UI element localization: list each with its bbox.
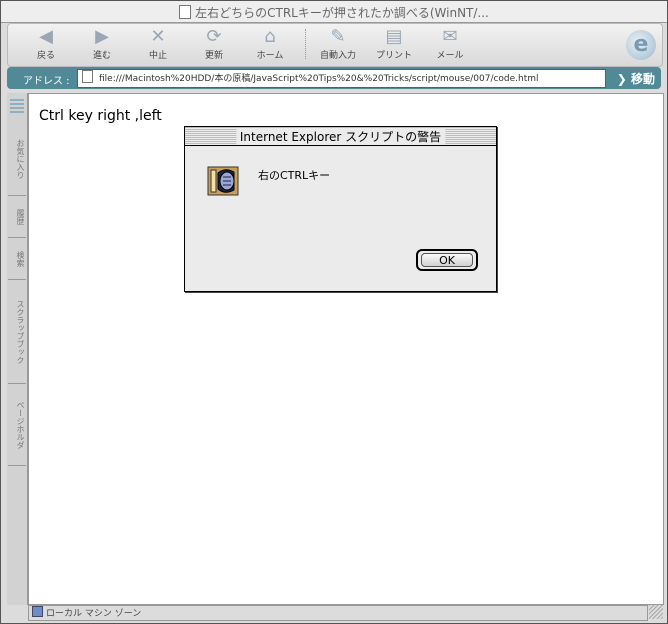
stop-icon: ✕ — [150, 26, 166, 47]
address-label: アドレス : — [23, 76, 70, 87]
mail-button-label: メール — [436, 51, 464, 61]
go-arrow-icon: ❯ — [616, 72, 627, 86]
address-bar: アドレス : file:///Macintosh%20HDD/本の原稿/Java… — [7, 67, 661, 89]
sidebar-tab-page-holder[interactable]: ページホルダ — [8, 385, 26, 466]
home-icon: ⌂ — [264, 26, 276, 47]
resize-handle[interactable] — [649, 605, 663, 619]
sidebar-tab-search[interactable]: 検索 — [8, 239, 26, 280]
zone-icon — [32, 606, 43, 617]
autofill-button-label: 自動入力 — [319, 51, 356, 61]
dialog-title: Internet Explorer スクリプトの警告 — [235, 128, 446, 145]
sidebar-tab-favorites[interactable]: お気に入り — [8, 123, 26, 196]
toolbar-separator — [305, 29, 306, 59]
back-button-label: 戻る — [36, 51, 55, 61]
stop-button[interactable]: ✕ 中止 — [130, 26, 186, 64]
back-arrow-icon: ◀ — [39, 26, 53, 47]
forward-button-label: 進む — [92, 51, 111, 61]
browser-window: 左右どちらのCTRLキーが押されたか調べる(WinNT/... ◀ 戻る ▶ 進… — [0, 0, 668, 624]
alert-speaker-icon — [207, 166, 239, 196]
home-button[interactable]: ⌂ ホーム — [242, 26, 298, 64]
print-icon: ▤ — [385, 26, 403, 47]
refresh-icon: ⟳ — [206, 26, 222, 47]
toolbar: ◀ 戻る ▶ 進む ✕ 中止 ⟳ 更新 ⌂ ホーム ✎ 自動入力 ▤ プリント … — [7, 23, 663, 67]
refresh-button[interactable]: ⟳ 更新 — [186, 26, 242, 64]
ok-button[interactable]: OK — [416, 249, 478, 271]
page-icon — [82, 70, 93, 83]
go-button-label: 移動 — [630, 72, 655, 86]
mail-button[interactable]: ✉ メール — [422, 26, 478, 64]
ie-logo-icon: e — [626, 30, 656, 60]
window-title-area: 左右どちらのCTRLキーが押されたか調べる(WinNT/... — [1, 4, 667, 21]
dialog-message: 右のCTRLキー — [258, 169, 331, 182]
sidebar-tab-scrapbook[interactable]: スクラップブック — [8, 281, 26, 384]
forward-arrow-icon: ▶ — [95, 26, 109, 47]
home-button-label: ホーム — [256, 51, 284, 61]
document-icon — [179, 5, 192, 19]
autofill-icon: ✎ — [330, 26, 346, 47]
window-title: 左右どちらのCTRLキーが押されたか調べる(WinNT/... — [195, 6, 489, 20]
alert-dialog: Internet Explorer スクリプトの警告 右のCTRLキー OK — [184, 126, 497, 292]
explorer-sidebar: お気に入り 履歴 検索 スクラップブック ページホルダ — [7, 93, 28, 605]
sidebar-grip-icon[interactable] — [10, 99, 24, 113]
status-bar: ローカル マシン ゾーン — [28, 605, 648, 621]
mail-icon: ✉ — [442, 26, 458, 47]
print-button-label: プリント — [375, 51, 412, 61]
title-bar[interactable]: 左右どちらのCTRLキーが押されたか調べる(WinNT/... — [1, 1, 667, 23]
refresh-button-label: 更新 — [204, 51, 223, 61]
page-text: Ctrl key right ,left — [39, 108, 162, 124]
zone-label: ローカル マシン ゾーン — [46, 609, 142, 619]
dialog-title-bar[interactable]: Internet Explorer スクリプトの警告 — [185, 127, 496, 146]
autofill-button[interactable]: ✎ 自動入力 — [310, 26, 366, 64]
ok-button-label: OK — [421, 253, 473, 267]
address-url: file:///Macintosh%20HDD/本の原稿/JavaScript%… — [99, 74, 539, 84]
back-button[interactable]: ◀ 戻る — [18, 26, 74, 64]
sidebar-tab-history[interactable]: 履歴 — [8, 197, 26, 238]
stop-button-label: 中止 — [148, 51, 167, 61]
print-button[interactable]: ▤ プリント — [366, 26, 422, 64]
forward-button[interactable]: ▶ 進む — [74, 26, 130, 64]
address-input[interactable]: file:///Macintosh%20HDD/本の原稿/JavaScript%… — [77, 69, 606, 88]
go-button[interactable]: ❯ 移動 — [617, 70, 655, 87]
